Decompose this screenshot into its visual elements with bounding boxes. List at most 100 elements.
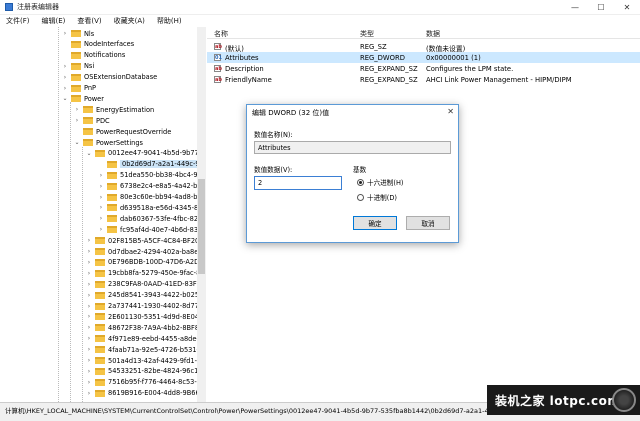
value-data-input[interactable]	[254, 176, 342, 190]
chevron-right-icon[interactable]: ›	[62, 30, 68, 37]
chevron-right-icon[interactable]: ›	[86, 346, 92, 353]
column-type[interactable]: 类型	[360, 29, 374, 39]
tree-item[interactable]: › 245d8541-3943-4422-b025-13	[86, 290, 205, 301]
tree-item[interactable]: › 19cbb8fa-5279-450e-9fac-8a3	[86, 268, 205, 279]
tree-item[interactable]: › 2E601130-5351-4d9d-8E04-25	[86, 311, 205, 322]
tree-item[interactable]: › 4faab71a-92e5-4726-b531-224	[86, 344, 206, 355]
menu-file[interactable]: 文件(F)	[0, 16, 36, 26]
tree-item[interactable]: › 501a4d13-42af-4429-9fd1-a82	[86, 355, 205, 366]
chevron-right-icon[interactable]: ›	[74, 106, 80, 113]
tree-item[interactable]: › 02F815B5-A5CF-4C84-BF20-64	[86, 235, 205, 246]
tree-item[interactable]: ⌄ PowerSettings	[74, 137, 143, 148]
tree-item[interactable]: › d639518a-e56d-4345-8af2	[98, 202, 205, 213]
menu-favorites[interactable]: 收藏夹(A)	[108, 16, 151, 26]
tree-item[interactable]: › EnergyEstimation	[74, 104, 154, 115]
tree-item-label: PowerSettings	[96, 138, 143, 147]
chevron-right-icon[interactable]: ›	[98, 183, 104, 190]
chevron-down-icon[interactable]: ⌄	[74, 139, 80, 146]
tree-item[interactable]: › PDC	[74, 115, 110, 126]
folder-icon	[107, 193, 117, 201]
tree-item[interactable]: › 80e3c60e-bb94-4ad8-bbe0	[98, 192, 205, 203]
value-row[interactable]: 01 Attributes REG_DWORD 0x00000001 (1)	[207, 52, 640, 63]
tree-item[interactable]: › dab60367-53fe-4fbc-825e-	[98, 213, 205, 224]
tree-item[interactable]: › 54533251-82be-4824-96c1-47E	[86, 366, 205, 377]
tree-item[interactable]: › 0E796BDB-100D-47D6-A2D5-F	[86, 257, 205, 268]
value-row[interactable]: ab (默认) REG_SZ (数值未设置)	[207, 41, 640, 53]
tree-item[interactable]: › 4f971e89-eebd-4455-a8de-9e5	[86, 333, 205, 344]
close-button[interactable]: ✕	[614, 0, 640, 15]
radio-decimal-dot[interactable]	[357, 193, 364, 201]
menu-edit[interactable]: 编辑(E)	[36, 16, 72, 26]
chevron-right-icon[interactable]: ›	[74, 117, 80, 124]
radio-hex[interactable]: 十六进制(H)	[357, 177, 403, 187]
chevron-right-icon[interactable]: ›	[62, 63, 68, 70]
tree-item[interactable]: › Nsi	[62, 61, 94, 72]
ok-button[interactable]: 确定	[353, 216, 397, 230]
tree-item[interactable]: › 238C9FA8-0AAD-41ED-83F4-97	[86, 279, 205, 290]
chevron-right-icon[interactable]: ›	[86, 368, 92, 375]
chevron-right-icon[interactable]: ›	[98, 172, 104, 179]
tree-scrollbar-thumb[interactable]	[198, 179, 205, 274]
chevron-right-icon[interactable]: ›	[98, 226, 104, 233]
chevron-right-icon[interactable]: ›	[86, 292, 92, 299]
tree-item[interactable]: › 7516b95f-f776-4464-8c53-061	[86, 377, 205, 388]
chevron-down-icon[interactable]: ⌄	[86, 150, 92, 157]
chevron-right-icon[interactable]: ›	[86, 281, 92, 288]
tree-item[interactable]: Notifications	[62, 50, 125, 61]
column-name[interactable]: 名称	[214, 29, 228, 39]
column-data[interactable]: 数据	[426, 29, 440, 39]
chevron-right-icon[interactable]: ›	[86, 270, 92, 277]
tree-item[interactable]: NodeInterfaces	[62, 39, 134, 50]
chevron-right-icon[interactable]: ›	[98, 215, 104, 222]
menu-bar: 文件(F) 编辑(E) 查看(V) 收藏夹(A) 帮助(H)	[0, 15, 640, 27]
chevron-down-icon[interactable]: ⌄	[62, 95, 68, 102]
minimize-button[interactable]: —	[562, 0, 588, 15]
tree-item[interactable]: › OSExtensionDatabase	[62, 72, 157, 83]
value-type: REG_SZ	[360, 42, 387, 51]
chevron-right-icon[interactable]: ›	[62, 85, 68, 92]
cancel-button[interactable]: 取消	[406, 216, 450, 230]
tree-item[interactable]: › Nls	[62, 28, 94, 39]
tree-item-label: 6738e2c4-e8a5-4a42-b16a	[120, 182, 206, 191]
tree-item[interactable]: › 2a737441-1930-4402-8d77-b2	[86, 301, 205, 312]
chevron-right-icon[interactable]: ›	[86, 379, 92, 386]
menu-help[interactable]: 帮助(H)	[151, 16, 188, 26]
tree-item[interactable]: › 0d7dbae2-4294-402a-ba8e-26	[86, 246, 205, 257]
tree-item[interactable]: 0b2d69d7-a2a1-449c-9680	[98, 159, 205, 170]
value-row[interactable]: ab Description REG_EXPAND_SZ Configures the…	[207, 63, 640, 74]
tree-item[interactable]: ⌄ Power	[62, 93, 103, 104]
maximize-button[interactable]: ☐	[588, 0, 614, 15]
tree-item[interactable]: › 51dea550-bb38-4bc4-991b	[98, 170, 205, 181]
chevron-right-icon[interactable]: ›	[62, 74, 68, 81]
radio-decimal[interactable]: 十进制(D)	[357, 192, 397, 202]
registry-tree[interactable]: › Nls NodeInterfaces Notifications › Nsi › OSEx…	[0, 27, 206, 402]
folder-icon	[95, 313, 105, 321]
chevron-right-icon[interactable]: ›	[86, 324, 92, 331]
tree-item[interactable]: PowerRequestOverride	[74, 126, 171, 137]
tree-item[interactable]: › 6738e2c4-e8a5-4a42-b16a	[98, 181, 206, 192]
chevron-right-icon[interactable]: ›	[98, 194, 104, 201]
chevron-right-icon[interactable]: ›	[86, 259, 92, 266]
chevron-right-icon[interactable]: ›	[86, 248, 92, 255]
chevron-right-icon[interactable]: ›	[86, 313, 92, 320]
chevron-right-icon[interactable]: ›	[98, 204, 104, 211]
radio-hex-dot[interactable]	[357, 178, 364, 186]
tree-item-label: 4faab71a-92e5-4726-b531-224	[108, 345, 206, 354]
chevron-right-icon[interactable]: ›	[86, 390, 92, 397]
menu-view[interactable]: 查看(V)	[71, 16, 107, 26]
chevron-right-icon[interactable]: ›	[86, 303, 92, 310]
tree-item[interactable]: › 8619B916-E004-4dd8-9B66-DA	[86, 388, 205, 399]
chevron-right-icon[interactable]: ›	[86, 357, 92, 364]
chevron-right-icon[interactable]: ›	[86, 237, 92, 244]
tree-item[interactable]: › PnP	[62, 83, 96, 94]
tree-item[interactable]: › 48672F38-7A9A-4bb2-8BF8-3D	[86, 322, 205, 333]
folder-icon	[83, 106, 93, 114]
tree-item[interactable]: › fc95af4d-40e7-4b6d-835a-	[98, 224, 205, 235]
tree-scrollbar[interactable]	[197, 27, 206, 402]
dialog-close-icon[interactable]: ✕	[447, 107, 454, 116]
value-row[interactable]: ab FriendlyName REG_EXPAND_SZ AHCI Link Pow…	[207, 74, 640, 85]
folder-icon	[95, 149, 105, 157]
folder-icon	[71, 84, 81, 92]
tree-item[interactable]: ⌄ 0012ee47-9041-4b5d-9b77-53	[86, 148, 205, 159]
chevron-right-icon[interactable]: ›	[86, 335, 92, 342]
